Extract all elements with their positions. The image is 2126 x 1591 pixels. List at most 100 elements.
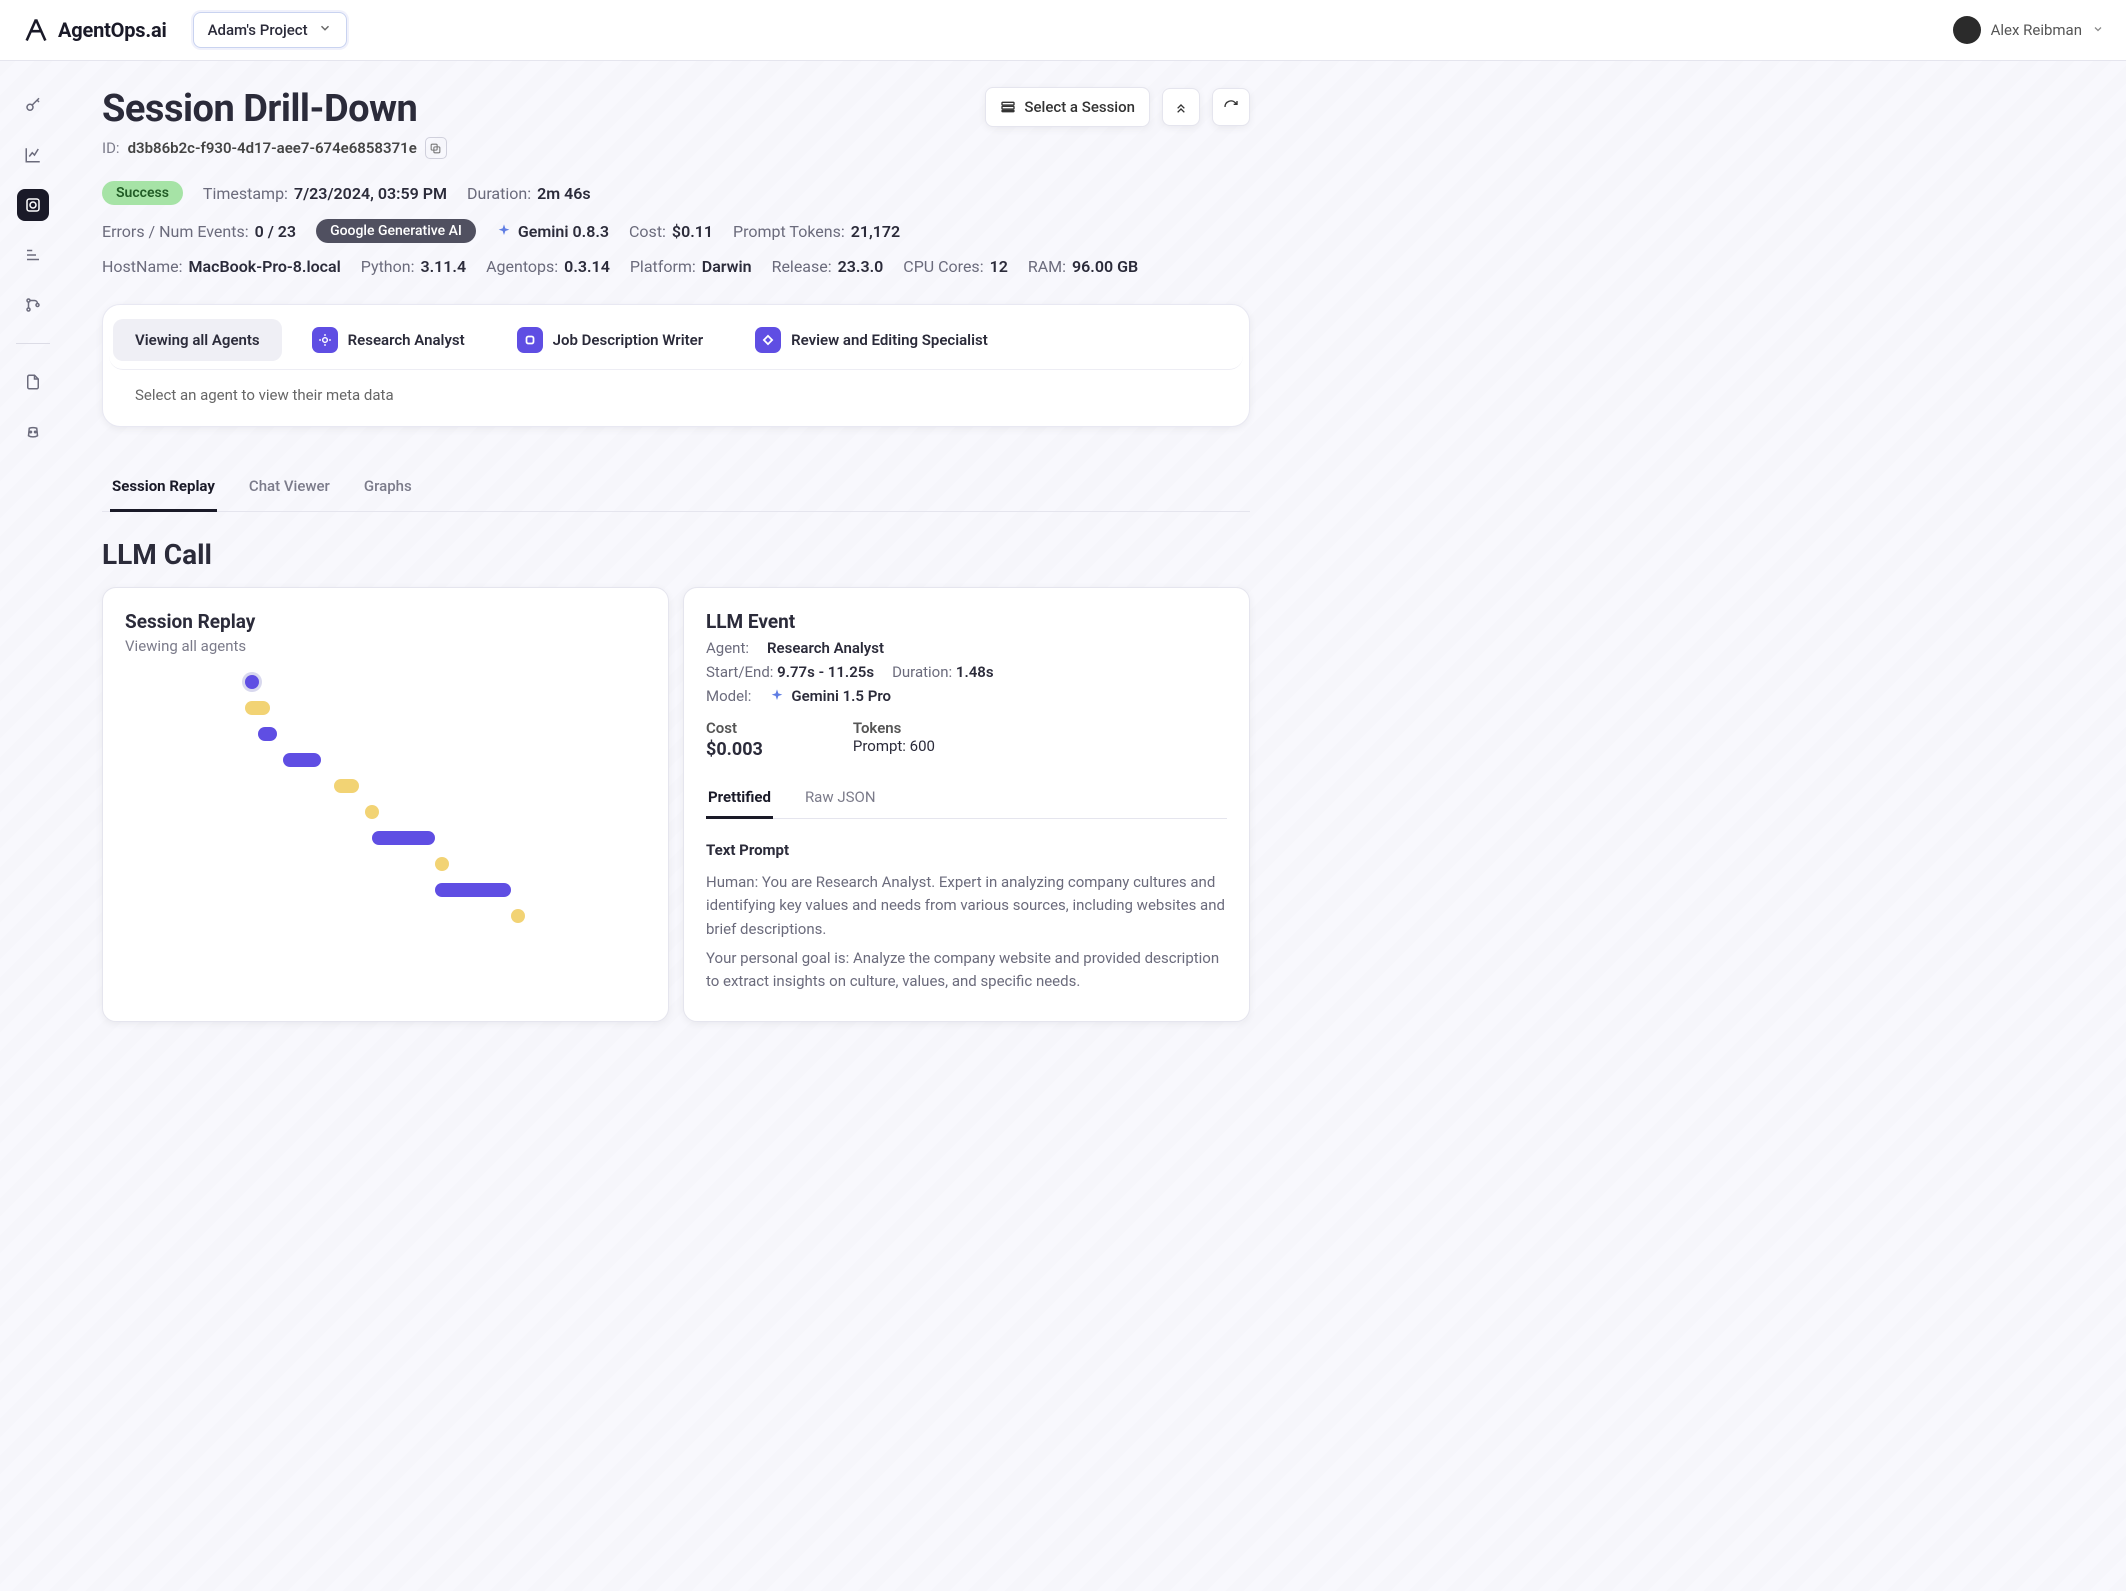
errors-value: 0 / 23 — [255, 222, 296, 241]
tab-chat-viewer[interactable]: Chat Viewer — [247, 467, 332, 512]
user-name: Alex Reibman — [1991, 21, 2082, 39]
refresh-button[interactable] — [1212, 88, 1250, 126]
cores-label: CPU Cores: — [903, 257, 983, 276]
agents-card: Viewing all Agents Research Analyst Job … — [102, 304, 1250, 427]
host-label: HostName: — [102, 257, 183, 276]
agentops-value: 0.3.14 — [564, 257, 610, 276]
gantt-chart[interactable] — [125, 675, 646, 955]
platform-label: Platform: — [630, 257, 696, 276]
agent-icon — [312, 327, 338, 353]
platform-value: Darwin — [702, 257, 752, 276]
nav-discord-icon[interactable] — [17, 416, 49, 448]
agents-tab-writer[interactable]: Job Description Writer — [495, 315, 725, 365]
host-value: MacBook-Pro-8.local — [189, 257, 341, 276]
session-id: d3b86b2c-f930-4d17-aee7-674e6858371e — [128, 139, 417, 157]
python-value: 3.11.4 — [420, 257, 466, 276]
event-model-label: Model: — [706, 687, 751, 705]
timestamp-label: Timestamp: — [203, 184, 288, 203]
sub-tabs: Session Replay Chat Viewer Graphs — [102, 467, 1250, 512]
prompt-heading: Text Prompt — [706, 841, 1227, 859]
prompt-tokens-value: 21,172 — [851, 222, 900, 241]
ram-label: RAM: — [1028, 257, 1066, 276]
event-startend-label: Start/End: — [706, 663, 773, 681]
nav-key-icon[interactable] — [17, 89, 49, 121]
tab-prettified[interactable]: Prettified — [706, 778, 773, 819]
project-name: Adam's Project — [208, 21, 308, 39]
section-title: LLM Call — [102, 538, 1250, 571]
event-prompt-tokens-v: 600 — [910, 737, 935, 755]
event-agent-label: Agent: — [706, 639, 749, 657]
nav-branch-icon[interactable] — [17, 289, 49, 321]
chevron-down-icon — [2092, 23, 2104, 38]
copy-icon[interactable] — [425, 137, 447, 159]
brand-logo[interactable]: AgentOps.ai — [22, 16, 167, 44]
release-label: Release: — [772, 257, 832, 276]
nav-waterfall-icon[interactable] — [17, 239, 49, 271]
tab-session-replay[interactable]: Session Replay — [110, 467, 217, 512]
select-session-button[interactable]: Select a Session — [985, 87, 1150, 127]
sparkle-icon — [769, 688, 785, 704]
avatar — [1953, 16, 1981, 44]
agents-tab-label: Review and Editing Specialist — [791, 331, 988, 349]
chevron-down-icon — [318, 21, 332, 39]
agent-icon — [755, 327, 781, 353]
tab-graphs[interactable]: Graphs — [362, 467, 414, 512]
prompt-line: Human: You are Research Analyst. Expert … — [706, 871, 1227, 941]
cores-value: 12 — [990, 257, 1008, 276]
agent-icon — [517, 327, 543, 353]
nav-sessions-icon[interactable] — [17, 189, 49, 221]
logo-icon — [22, 16, 50, 44]
id-label: ID: — [102, 139, 120, 157]
replay-title: Session Replay — [125, 610, 646, 633]
agents-tab-all[interactable]: Viewing all Agents — [113, 319, 282, 361]
gantt-bar[interactable] — [435, 883, 511, 897]
gantt-bar[interactable] — [245, 701, 270, 715]
gantt-bar[interactable] — [365, 805, 379, 819]
nav-file-icon[interactable] — [17, 366, 49, 398]
page-title: Session Drill-Down — [102, 87, 965, 131]
gantt-bar[interactable] — [283, 753, 321, 767]
side-nav — [0, 61, 66, 1591]
prompt-line: Your personal goal is: Analyze the compa… — [706, 947, 1227, 994]
event-tokens-label: Tokens — [853, 719, 935, 737]
agents-tab-label: Job Description Writer — [553, 331, 703, 349]
user-menu[interactable]: Alex Reibman — [1953, 16, 2104, 44]
duration-label: Duration: — [467, 184, 531, 203]
python-label: Python: — [361, 257, 415, 276]
cost-value: $0.11 — [672, 222, 713, 241]
sparkle-icon — [496, 223, 512, 239]
gantt-bar[interactable] — [435, 857, 449, 871]
event-prompt-tokens-k: Prompt: — [853, 737, 906, 755]
gantt-bar[interactable] — [258, 727, 277, 741]
event-agent: Research Analyst — [767, 639, 884, 657]
replay-subtitle: Viewing all agents — [125, 637, 646, 655]
gantt-bar[interactable] — [334, 779, 359, 793]
event-title: LLM Event — [706, 610, 1227, 633]
event-cost: $0.003 — [706, 739, 763, 760]
tab-raw-json[interactable]: Raw JSON — [803, 778, 878, 819]
status-badge: Success — [102, 181, 183, 205]
cost-label: Cost: — [629, 222, 666, 241]
collapse-button[interactable] — [1162, 88, 1200, 126]
event-cost-label: Cost — [706, 719, 763, 737]
gantt-bar[interactable] — [245, 675, 259, 689]
agents-tab-review[interactable]: Review and Editing Specialist — [733, 315, 1010, 365]
duration-value: 2m 46s — [537, 184, 591, 203]
agents-hint: Select an agent to view their meta data — [109, 370, 1243, 420]
release-value: 23.3.0 — [838, 257, 884, 276]
nav-divider — [16, 343, 50, 344]
agents-tab-research[interactable]: Research Analyst — [290, 315, 487, 365]
llm-event-panel: LLM Event Agent: Research Analyst Start/… — [683, 587, 1250, 1022]
model-chip: Gemini 0.8.3 — [518, 222, 609, 241]
agentops-label: Agentops: — [486, 257, 558, 276]
agents-tab-all-label: Viewing all Agents — [135, 331, 260, 349]
event-model: Gemini 1.5 Pro — [791, 687, 891, 705]
gantt-bar[interactable] — [511, 909, 525, 923]
agents-tab-label: Research Analyst — [348, 331, 465, 349]
nav-chart-icon[interactable] — [17, 139, 49, 171]
gantt-bar[interactable] — [372, 831, 435, 845]
project-select[interactable]: Adam's Project — [193, 12, 347, 48]
select-session-label: Select a Session — [1024, 98, 1135, 116]
ram-value: 96.00 GB — [1072, 257, 1138, 276]
errors-label: Errors / Num Events: — [102, 222, 249, 241]
